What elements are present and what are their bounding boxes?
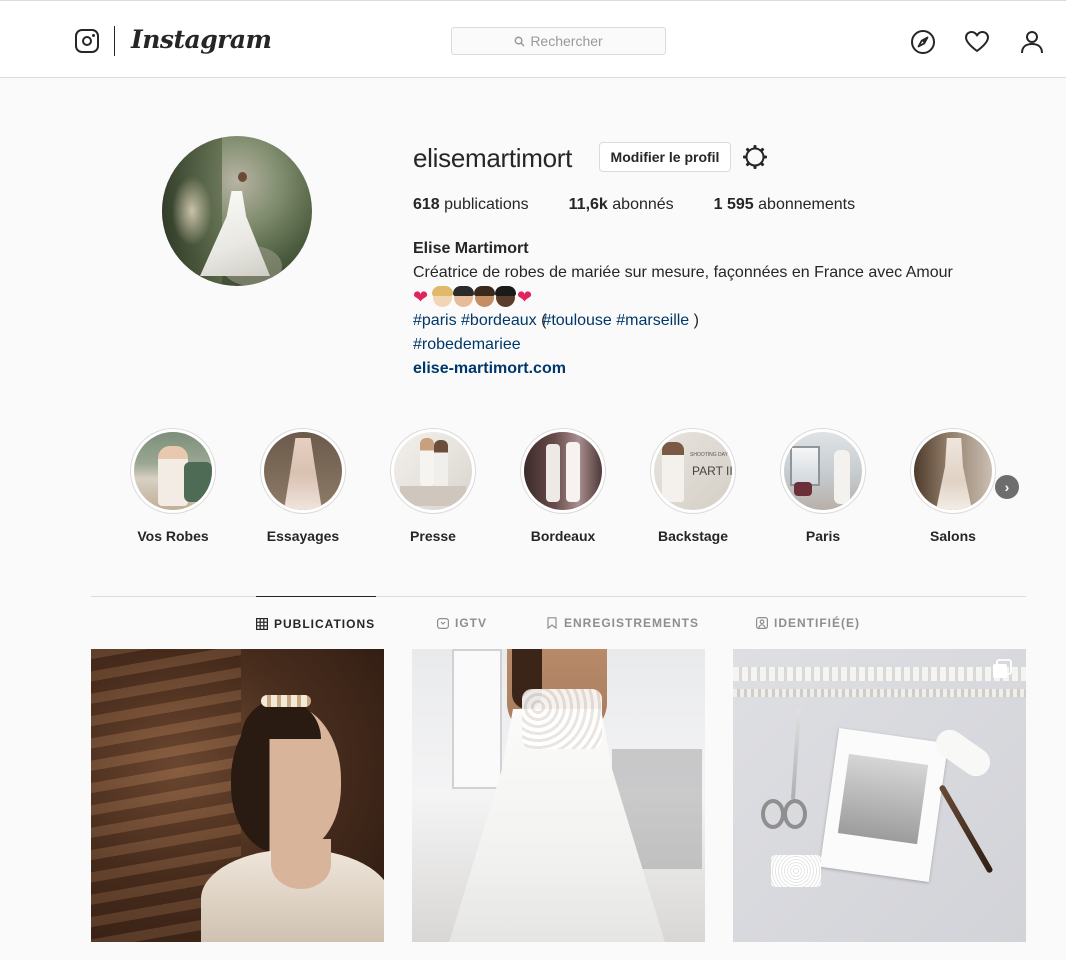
red-heart-icon: ❤ bbox=[413, 287, 429, 307]
highlight-essayages[interactable]: Essayages bbox=[260, 428, 346, 544]
highlight-overlay-text: PART II bbox=[692, 464, 732, 478]
tab-identifie[interactable]: IDENTIFIÉ(E) bbox=[756, 596, 860, 650]
hashtag-marseille[interactable]: #marseille bbox=[616, 312, 689, 329]
grid-icon bbox=[256, 617, 268, 630]
highlight-label: Bordeaux bbox=[530, 528, 596, 544]
settings-gear-icon[interactable] bbox=[741, 143, 769, 171]
profile-user-icon[interactable] bbox=[1019, 29, 1045, 55]
hashtags-line-1: #paris #bordeaux (#toulouse #marseille ) bbox=[413, 309, 1013, 333]
bookmark-icon bbox=[547, 617, 557, 629]
tab-label: IDENTIFIÉ(E) bbox=[774, 616, 860, 630]
profile-avatar[interactable] bbox=[162, 136, 312, 286]
woman-medium-skin-icon bbox=[474, 285, 495, 307]
profile-stats: 618 publications 11,6k abonnés 1 595 abo… bbox=[413, 196, 895, 214]
multiple-images-icon bbox=[993, 659, 1012, 678]
hashtag-toulouse[interactable]: #toulouse bbox=[542, 312, 611, 329]
highlight-cover-image bbox=[914, 432, 992, 510]
highlight-bordeaux[interactable]: Bordeaux bbox=[520, 428, 606, 544]
highlight-label: Essayages bbox=[266, 528, 340, 544]
profile-username: elisemartimort bbox=[413, 143, 573, 173]
tab-label: PUBLICATIONS bbox=[274, 616, 376, 631]
woman-light-skin-icon bbox=[432, 285, 453, 307]
hashtag-bordeaux[interactable]: #bordeaux bbox=[461, 312, 537, 329]
highlight-label: Salons bbox=[930, 528, 976, 544]
highlight-salons[interactable]: Salons bbox=[910, 428, 996, 544]
logo-divider bbox=[114, 26, 115, 56]
bio-emoji-line: ❤ ❤ bbox=[413, 285, 1013, 309]
highlight-presse[interactable]: Presse bbox=[390, 428, 476, 544]
highlight-overlay-text: SHOOTING DAY bbox=[690, 452, 728, 458]
instagram-wordmark[interactable]: Instagram bbox=[131, 25, 272, 54]
search-icon bbox=[514, 36, 525, 47]
tab-publications[interactable]: PUBLICATIONS bbox=[256, 596, 376, 650]
highlight-cover-image bbox=[264, 432, 342, 510]
hashtag-robedemariee[interactable]: #robedemariee bbox=[413, 336, 521, 353]
search-input[interactable]: Rechercher bbox=[451, 27, 666, 55]
profile-full-name: Elise Martimort bbox=[413, 240, 529, 257]
post-thumbnail-backless-dress[interactable] bbox=[412, 649, 705, 942]
activity-heart-icon[interactable] bbox=[964, 29, 990, 55]
followers-count[interactable]: 11,6k abonnés bbox=[569, 196, 674, 214]
tab-igtv[interactable]: IGTV bbox=[437, 596, 487, 650]
highlight-cover-image bbox=[394, 432, 472, 510]
hashtag-paris[interactable]: #paris bbox=[413, 312, 457, 329]
tab-enregistrements[interactable]: ENREGISTREMENTS bbox=[546, 596, 699, 650]
posts-count: 618 publications bbox=[413, 196, 529, 213]
highlight-cover-image bbox=[134, 432, 212, 510]
highlight-vos-robes[interactable]: Vos Robes bbox=[130, 428, 216, 544]
highlight-label: Backstage bbox=[657, 528, 729, 544]
following-count[interactable]: 1 595 abonnements bbox=[714, 196, 855, 214]
highlight-label: Presse bbox=[410, 528, 456, 544]
post-thumbnail-sewing-flatlay[interactable] bbox=[733, 649, 1026, 942]
explore-compass-icon[interactable] bbox=[910, 29, 936, 55]
red-heart-icon: ❤ bbox=[517, 287, 533, 307]
website-link[interactable]: elise-martimort.com bbox=[413, 360, 566, 377]
highlight-label: Paris bbox=[805, 528, 841, 544]
search-placeholder: Rechercher bbox=[530, 33, 603, 49]
edit-profile-button[interactable]: Modifier le profil bbox=[599, 142, 731, 172]
highlight-paris[interactable]: Paris bbox=[780, 428, 866, 544]
profile-bio: Elise Martimort Créatrice de robes de ma… bbox=[413, 237, 1013, 381]
highlight-cover-image bbox=[524, 432, 602, 510]
woman-medium-light-skin-icon bbox=[453, 285, 474, 307]
woman-dark-skin-icon bbox=[495, 285, 516, 307]
bio-text: Créatrice de robes de mariée sur mesure,… bbox=[413, 264, 953, 281]
post-thumbnail-bride-portrait[interactable] bbox=[91, 649, 384, 942]
igtv-icon bbox=[437, 618, 449, 629]
highlight-backstage[interactable]: SHOOTING DAY PART II Backstage bbox=[650, 428, 736, 544]
highlight-label: Vos Robes bbox=[137, 528, 209, 544]
highlight-cover-image bbox=[784, 432, 862, 510]
tagged-icon bbox=[756, 617, 768, 629]
top-navigation-bar: Instagram Rechercher bbox=[0, 0, 1066, 78]
instagram-camera-icon[interactable] bbox=[75, 29, 99, 53]
highlight-cover-image: SHOOTING DAY PART II bbox=[654, 432, 732, 510]
tab-label: ENREGISTREMENTS bbox=[564, 616, 700, 630]
paren-close: ) bbox=[693, 312, 699, 329]
tab-label: IGTV bbox=[455, 616, 488, 630]
highlights-next-arrow-icon[interactable]: › bbox=[995, 475, 1019, 499]
